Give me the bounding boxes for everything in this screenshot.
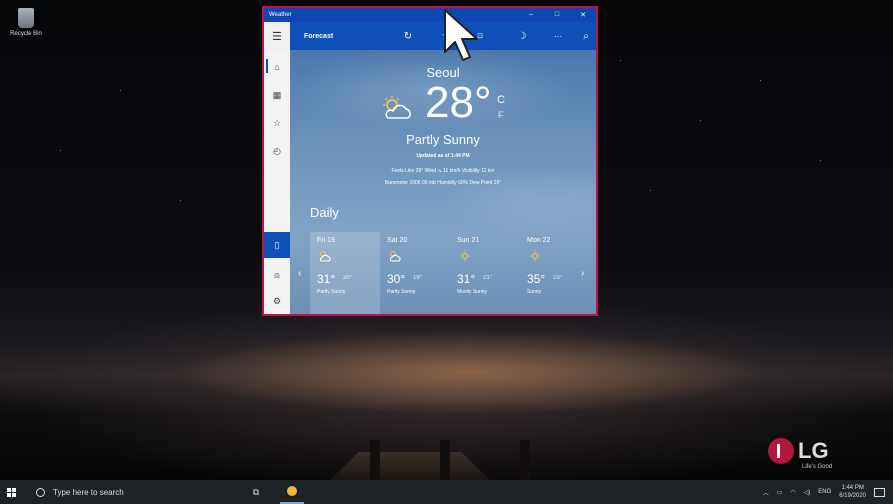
more-options-icon[interactable]: ···	[548, 22, 568, 50]
historical-weather-icon[interactable]: ◴	[264, 138, 290, 164]
day-low: 20°	[343, 275, 353, 281]
partly-sunny-icon	[383, 96, 411, 119]
lg-circle-icon	[768, 438, 794, 464]
partly-sunny-icon	[389, 251, 401, 262]
day-condition: Sunny	[527, 289, 542, 295]
sunny-icon	[459, 250, 471, 262]
dark-mode-icon[interactable]: ☽	[512, 22, 532, 50]
weather-app-taskbar-icon[interactable]	[280, 480, 304, 504]
day-low: 19°	[413, 275, 423, 281]
maps-icon[interactable]: ▦	[264, 82, 290, 108]
lg-wordmark: LG	[798, 438, 829, 463]
day-high: 30°	[387, 272, 406, 286]
current-temperature: 28°	[425, 78, 492, 127]
favorites-icon[interactable]: ☆	[264, 110, 290, 136]
day-label: Sat 20	[387, 237, 408, 244]
battery-icon[interactable]: ▭	[777, 489, 783, 496]
home-icon[interactable]: ⌂	[264, 54, 290, 80]
recycle-bin-icon[interactable]: Recycle Bin	[6, 8, 46, 37]
day-card[interactable]: Sun 21 31° 21° Mostly Sunny	[450, 232, 520, 314]
dock-post	[370, 440, 380, 480]
sunny-icon	[529, 250, 541, 262]
search-icon	[36, 487, 45, 497]
day-card[interactable]: Sat 20 30° 19° Partly Sunny	[380, 232, 450, 314]
updated-time: Updated as of 1:44 PM	[416, 153, 470, 159]
refresh-icon[interactable]: ↻	[398, 22, 418, 50]
network-icon[interactable]: ◠	[790, 489, 795, 496]
start-button[interactable]	[0, 480, 22, 504]
day-high: 31°	[317, 272, 336, 286]
weather-details-line-1: Feels Like 28° Wind ↘ 11 km/h Visibility…	[391, 168, 495, 174]
system-tray: ︿ ▭ ◠ ◁) ENG 1:44 PM 6/19/2020	[763, 484, 893, 500]
search-placeholder: Type here to search	[53, 487, 124, 497]
close-button[interactable]: ✕	[570, 11, 596, 19]
day-condition: Partly Sunny	[317, 289, 346, 295]
previous-days-icon[interactable]: ‹	[298, 268, 301, 279]
clock-time: 1:44 PM	[841, 485, 864, 491]
trash-icon	[18, 8, 34, 28]
day-label: Fri 19	[317, 237, 335, 244]
day-condition: Partly Sunny	[387, 289, 416, 295]
hamburger-menu-icon[interactable]: ☰	[264, 22, 290, 50]
taskbar: Type here to search ⧉ ︿ ▭ ◠ ◁) ENG 1:44 …	[0, 480, 893, 504]
section-title: Forecast	[304, 32, 334, 40]
sun-icon	[287, 486, 297, 496]
daily-forecast-list: Fri 19 31° 20° Partly Sunny Sat 20 30° 1…	[310, 232, 590, 314]
app-toolbar: ☰ Forecast ↻ ☆ ⊡ ☽ ··· ⌕	[264, 22, 596, 50]
day-high: 35°	[527, 272, 546, 286]
day-card[interactable]: Fri 19 31° 20° Partly Sunny	[310, 232, 380, 314]
weather-details-line-2: Barometer 1006.00 mb Humidity 50% Dew Po…	[384, 180, 502, 186]
lg-logo: LG Life's Good	[768, 436, 848, 476]
volume-icon[interactable]: ◁)	[804, 489, 811, 496]
day-card[interactable]: Mon 22 35° 23° Sunny	[520, 232, 590, 314]
day-low: 21°	[483, 275, 493, 281]
day-label: Sun 21	[457, 237, 480, 244]
show-hidden-icons-icon[interactable]: ︿	[763, 488, 769, 497]
forecast-panel: Seoul 28° C F Partly Sunny Updated as of…	[290, 50, 596, 314]
settings-icon[interactable]: ⚙	[264, 288, 290, 314]
language-indicator[interactable]: ENG	[818, 489, 831, 495]
day-label: Mon 22	[527, 237, 551, 244]
clock-date: 6/19/2020	[839, 493, 866, 499]
notification-icon[interactable]	[874, 487, 885, 497]
minimize-button[interactable]: –	[518, 11, 544, 19]
weather-window: Weather – □ ✕ ☰ Forecast ↻ ☆ ⊡ ☽ ··· ⌕ ⌂…	[262, 6, 598, 316]
dock-wallpaper	[330, 452, 490, 480]
clock[interactable]: 1:44 PM 6/19/2020	[839, 484, 866, 500]
day-high: 31°	[457, 272, 476, 286]
daily-heading: Daily	[310, 205, 339, 220]
title-bar[interactable]: Weather – □ ✕	[264, 8, 596, 22]
mouse-pointer-icon	[444, 9, 478, 61]
left-navigation: ⌂ ▦ ☆ ◴ ▯ ⍝ ⚙	[264, 50, 290, 314]
lg-tagline: Life's Good	[802, 464, 833, 470]
day-condition: Mostly Sunny	[457, 289, 488, 295]
day-low: 23°	[553, 275, 563, 281]
maximize-button[interactable]: □	[544, 11, 570, 19]
recycle-bin-label: Recycle Bin	[10, 31, 42, 37]
search-icon[interactable]: ⌕	[576, 22, 596, 50]
dock-post	[520, 440, 530, 480]
account-icon[interactable]: ⍝	[264, 262, 290, 288]
partly-sunny-icon	[319, 251, 331, 262]
fahrenheit-toggle[interactable]: F	[498, 110, 504, 120]
phone-icon[interactable]: ▯	[264, 232, 290, 258]
taskbar-search[interactable]: Type here to search	[32, 480, 232, 504]
dock-post	[440, 440, 450, 480]
current-condition: Partly Sunny	[406, 132, 480, 147]
celsius-toggle[interactable]: C	[497, 94, 505, 106]
task-view-icon[interactable]: ⧉	[248, 487, 264, 498]
window-title: Weather	[269, 12, 292, 18]
windows-logo-icon	[6, 487, 16, 497]
